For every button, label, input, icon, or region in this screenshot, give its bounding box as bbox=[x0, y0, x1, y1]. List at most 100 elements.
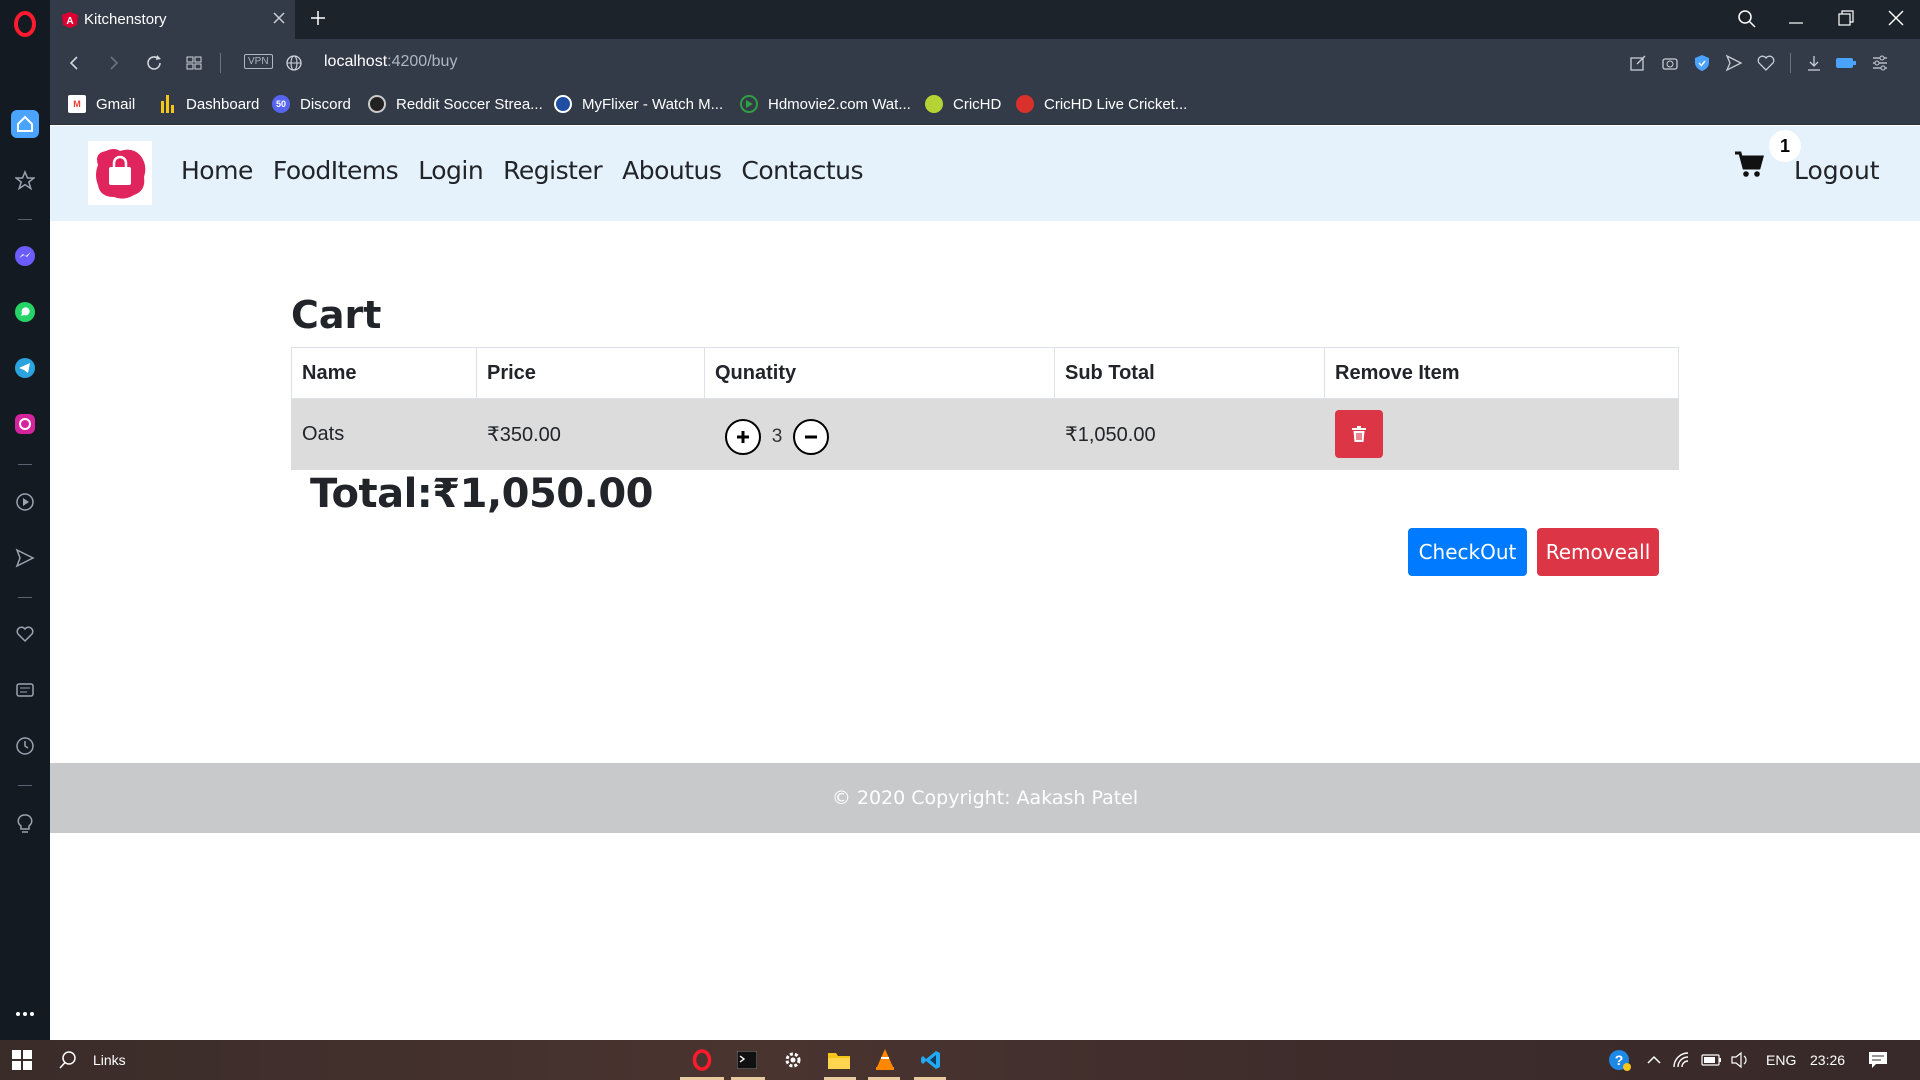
whatsapp-icon[interactable] bbox=[11, 298, 39, 326]
tab-title: Kitchenstory bbox=[84, 11, 167, 28]
battery-icon[interactable] bbox=[1700, 1048, 1724, 1072]
tab-kitchenstory[interactable]: A Kitchenstory bbox=[50, 0, 295, 39]
dashboard-icon bbox=[158, 95, 176, 113]
bookmark-gmail[interactable]: M Gmail bbox=[68, 95, 135, 113]
vscode-icon[interactable] bbox=[919, 1048, 943, 1072]
send-icon[interactable] bbox=[11, 544, 39, 572]
back-icon[interactable] bbox=[62, 51, 86, 75]
header-quantity: Qunatity bbox=[704, 347, 1055, 399]
windows-start-icon[interactable] bbox=[10, 1048, 34, 1072]
home-icon[interactable] bbox=[11, 110, 39, 138]
close-window-icon[interactable] bbox=[1886, 8, 1906, 33]
settings-gear-icon[interactable] bbox=[781, 1048, 805, 1072]
discord-icon: 50 bbox=[272, 95, 290, 113]
remove-item-button[interactable] bbox=[1335, 410, 1383, 459]
taskbar-search-icon[interactable] bbox=[56, 1048, 80, 1072]
item-name: Oats bbox=[291, 398, 477, 470]
volume-icon[interactable] bbox=[1728, 1048, 1752, 1072]
telegram-icon[interactable] bbox=[11, 354, 39, 382]
minimize-icon[interactable] bbox=[1786, 8, 1806, 33]
nav-aboutus[interactable]: Aboutus bbox=[622, 156, 722, 185]
bookmark-reddit-soccer[interactable]: Reddit Soccer Strea... bbox=[368, 95, 543, 113]
news-icon[interactable] bbox=[11, 676, 39, 704]
nav-fooditems[interactable]: FoodItems bbox=[273, 156, 399, 185]
cart-icon[interactable] bbox=[1734, 150, 1764, 183]
edit-share-icon[interactable] bbox=[1626, 51, 1650, 75]
bookmark-crichd[interactable]: CricHD bbox=[925, 95, 1001, 113]
shield-icon[interactable] bbox=[1690, 51, 1714, 75]
download-icon[interactable] bbox=[1802, 51, 1826, 75]
player-icon[interactable] bbox=[11, 488, 39, 516]
checkout-button[interactable]: CheckOut bbox=[1408, 528, 1527, 576]
table-row: Oats ₹350.00 3 ₹1,050.00 bbox=[291, 398, 1679, 470]
star-icon[interactable] bbox=[11, 166, 39, 194]
battery-saver-icon[interactable] bbox=[1834, 51, 1858, 75]
cart-total: Total:₹1,050.00 bbox=[310, 471, 654, 517]
instagram-icon[interactable] bbox=[11, 410, 39, 438]
vlc-icon[interactable] bbox=[873, 1048, 897, 1072]
decrease-quantity-button[interactable] bbox=[793, 419, 829, 456]
shopping-bag-logo-icon bbox=[96, 149, 146, 199]
nav-register[interactable]: Register bbox=[503, 156, 602, 185]
angular-icon: A bbox=[62, 11, 78, 28]
sidebar-divider bbox=[18, 597, 32, 598]
quantity-stepper: 3 bbox=[715, 413, 1044, 456]
send-icon[interactable] bbox=[1722, 51, 1746, 75]
wifi-icon[interactable] bbox=[1670, 1048, 1694, 1072]
notifications-icon[interactable] bbox=[1866, 1048, 1890, 1072]
nav-contactus[interactable]: Contactus bbox=[741, 156, 863, 185]
search-icon[interactable] bbox=[1736, 8, 1758, 35]
tabs-grid-icon[interactable] bbox=[182, 51, 206, 75]
bookmark-discord[interactable]: 50 Discord bbox=[272, 95, 351, 113]
terminal-icon[interactable] bbox=[735, 1048, 759, 1072]
opera-sidebar bbox=[0, 0, 50, 1040]
bookmark-hdmovie[interactable]: Hdmovie2.com Wat... bbox=[740, 95, 911, 113]
camera-icon[interactable] bbox=[1658, 51, 1682, 75]
bookmarks-bar: M Gmail Dashboard 50 Discord Reddit Socc… bbox=[50, 87, 1920, 125]
vpn-badge[interactable]: VPN bbox=[244, 54, 273, 69]
sidebar-divider bbox=[18, 219, 32, 220]
nav-logout[interactable]: Logout bbox=[1794, 156, 1880, 185]
kitchenstory-logo[interactable] bbox=[88, 141, 152, 205]
bookmark-crichd-live[interactable]: CricHD Live Cricket... bbox=[1016, 95, 1187, 113]
messenger-icon[interactable] bbox=[11, 242, 39, 270]
nav-home[interactable]: Home bbox=[181, 156, 253, 185]
heart-icon[interactable] bbox=[1754, 51, 1778, 75]
forward-icon[interactable] bbox=[102, 51, 126, 75]
taskbar-search-label[interactable]: Links bbox=[93, 1052, 126, 1068]
new-tab-icon[interactable] bbox=[308, 8, 328, 33]
taskbar-opera-icon[interactable] bbox=[690, 1048, 714, 1072]
history-icon[interactable] bbox=[11, 732, 39, 760]
cricket-ball-icon bbox=[1016, 95, 1034, 113]
increase-quantity-button[interactable] bbox=[725, 419, 761, 456]
remove-all-button[interactable]: Removeall bbox=[1537, 528, 1659, 576]
cart-table: Name Price Qunatity Sub Total Remove Ite… bbox=[291, 347, 1679, 470]
header-subtotal: Sub Total bbox=[1054, 347, 1325, 399]
clock-time[interactable]: 23:26 bbox=[1810, 1052, 1845, 1068]
opera-logo-icon[interactable] bbox=[11, 10, 39, 38]
bookmark-label: MyFlixer - Watch M... bbox=[582, 95, 724, 113]
minus-icon bbox=[805, 435, 817, 439]
site-footer: © 2020 Copyright: Aakash Patel bbox=[50, 763, 1920, 833]
bookmark-myflixer[interactable]: MyFlixer - Watch M... bbox=[554, 95, 723, 113]
toolbar-divider bbox=[1790, 53, 1791, 73]
myflixer-icon bbox=[554, 95, 572, 113]
heart-icon[interactable] bbox=[11, 620, 39, 648]
item-price: ₹350.00 bbox=[476, 398, 705, 470]
file-explorer-icon[interactable] bbox=[827, 1048, 851, 1072]
address-divider bbox=[220, 53, 221, 73]
url-input[interactable]: localhost:4200/buy bbox=[324, 53, 457, 71]
restore-icon[interactable] bbox=[1836, 8, 1856, 33]
easy-setup-icon[interactable] bbox=[1868, 51, 1892, 75]
close-tab-icon[interactable] bbox=[271, 10, 287, 31]
globe-icon[interactable] bbox=[282, 51, 306, 75]
reload-icon[interactable] bbox=[142, 51, 166, 75]
chevron-up-icon[interactable] bbox=[1642, 1048, 1666, 1072]
language-indicator[interactable]: ENG bbox=[1766, 1052, 1796, 1068]
bookmark-dashboard[interactable]: Dashboard bbox=[158, 95, 259, 113]
nav-login[interactable]: Login bbox=[418, 156, 483, 185]
more-icon[interactable] bbox=[11, 1000, 39, 1028]
help-icon[interactable]: ? bbox=[1608, 1048, 1632, 1072]
header-remove-item: Remove Item bbox=[1324, 347, 1679, 399]
lightbulb-icon[interactable] bbox=[11, 810, 39, 838]
